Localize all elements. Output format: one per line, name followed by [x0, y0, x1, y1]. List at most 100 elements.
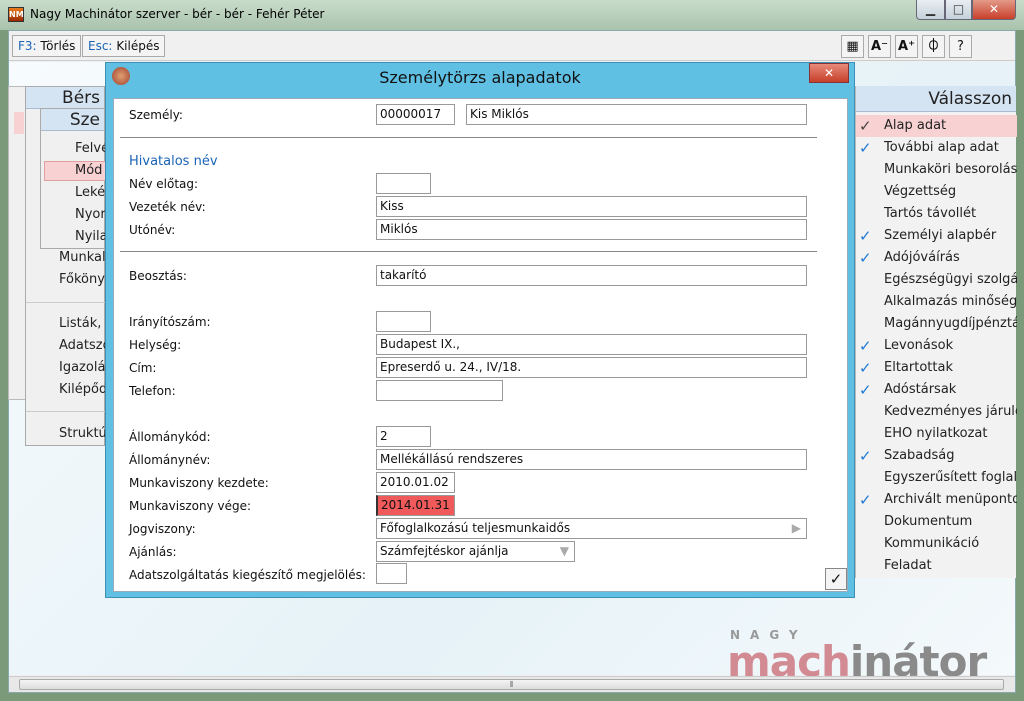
choose-item[interactable]: Magánnyugdíjpénztár [856, 313, 1017, 335]
divider [120, 251, 817, 252]
font-smaller-icon[interactable]: A⁻ [868, 35, 891, 58]
close-button[interactable]: ✕ [972, 0, 1016, 20]
allomanynev-field[interactable]: Mellékállású rendszeres [376, 449, 807, 470]
telefon-field[interactable] [376, 380, 503, 401]
choose-item[interactable]: Munkaköri besorolás [856, 159, 1017, 181]
check-icon: ✓ [859, 139, 872, 157]
choose-item[interactable]: ✓ Szabadság [856, 445, 1017, 467]
ajanlas-select[interactable]: Számfejtéskor ajánlja ▼ [376, 541, 575, 562]
choose-item[interactable]: ✓ Levonások [856, 335, 1017, 357]
vege-field[interactable]: 2014.01.31 [376, 495, 455, 516]
adatszolg-field[interactable] [376, 563, 407, 584]
left-item[interactable]: Adatszo [59, 338, 111, 353]
choose-item[interactable]: Dokumentum [856, 511, 1017, 533]
choose-item[interactable]: ✓ További alap adat [856, 137, 1017, 159]
submenu-item[interactable]: Nyor [75, 207, 106, 222]
choose-item[interactable]: Feladat [856, 555, 1017, 577]
choose-item-label: EHO nyilatkozat [884, 426, 988, 441]
szemely-submenu: Sze Felvé Mód Leké Nyor Nyila [40, 108, 109, 249]
help-icon[interactable]: ? [949, 35, 972, 58]
choose-item[interactable]: ✓ Alap adat [856, 115, 1017, 137]
choose-item[interactable]: ✓ Archivált menüpontok [856, 489, 1017, 511]
szemely-name-field[interactable]: Kis Miklós [466, 104, 807, 125]
choose-item[interactable]: ✓ Eltartottak [856, 357, 1017, 379]
globe-icon[interactable]: ⏀ [922, 35, 945, 58]
vezeteknev-field[interactable]: Kiss [376, 196, 807, 217]
choose-item[interactable]: ✓ Személyi alapbér [856, 225, 1017, 247]
telefon-label: Telefon: [129, 384, 176, 398]
choose-item[interactable]: Kedvezményes járulék [856, 401, 1017, 423]
choose-item[interactable]: Végzettség [856, 181, 1017, 203]
minimize-button[interactable]: ▁ [916, 0, 945, 20]
beosztas-label: Beosztás: [129, 269, 187, 283]
nev-elotag-field[interactable] [376, 173, 431, 194]
window-title: Nagy Machinátor szerver - bér - bér - Fe… [30, 7, 325, 21]
choose-item[interactable]: Alkalmazás minősége [856, 291, 1017, 313]
jogviszony-label: Jogviszony: [129, 522, 196, 536]
maximize-button[interactable]: □ [945, 0, 972, 20]
check-icon: ✓ [859, 447, 872, 465]
jogviszony-select[interactable]: Főfoglalkozású teljesmunkaidős ▶ [376, 518, 807, 539]
utonev-field[interactable]: Miklós [376, 219, 807, 240]
ok-button[interactable]: ✓ [825, 568, 847, 590]
divider [120, 137, 817, 138]
choose-item-label: Feladat [884, 558, 932, 573]
kezdete-field[interactable]: 2010.01.02 [376, 472, 455, 493]
left-item[interactable]: Főköny [59, 272, 105, 287]
choose-item[interactable]: EHO nyilatkozat [856, 423, 1017, 445]
font-larger-icon[interactable]: A⁺ [895, 35, 918, 58]
submenu-item[interactable]: Leké [75, 185, 105, 200]
beosztas-field[interactable]: takarító [376, 265, 807, 286]
scrollbar-thumb[interactable]: ⦀ [19, 679, 1004, 690]
delete-key: F3: [18, 39, 37, 53]
choose-item[interactable]: Tartós távollét [856, 203, 1017, 225]
dialog-close-button[interactable]: ✕ [809, 63, 849, 83]
choose-item[interactable]: ✓ Adóstársak [856, 379, 1017, 401]
choose-item-label: Adójóváírás [884, 250, 960, 265]
choose-item-label: Kommunikáció [884, 536, 980, 551]
nagy-machinator-logo: NAGY machinátor [727, 628, 987, 683]
left-item[interactable]: Listák, l [59, 316, 109, 331]
submenu-item[interactable]: Nyila [75, 229, 108, 244]
choose-item[interactable]: Kommunikáció [856, 533, 1017, 555]
choose-item-label: Kedvezményes járulék [884, 404, 1017, 419]
choose-item[interactable]: Egészségügyi szolgálta [856, 269, 1017, 291]
toolbar: F3: Törlés Esc: Kilépés ▦ A⁻ A⁺ ⏀ ? [9, 31, 1015, 61]
utonev-label: Utónév: [129, 223, 176, 237]
check-icon: ✓ [859, 117, 872, 135]
exit-label: Kilépés [116, 39, 160, 53]
kezdete-label: Munkaviszony kezdete: [129, 476, 269, 490]
choose-item-label: Dokumentum [884, 514, 973, 529]
left-item[interactable]: Munkal [59, 250, 106, 265]
iranyitoszam-field[interactable] [376, 311, 431, 332]
left-item[interactable]: Kilépőd [59, 382, 107, 397]
delete-button[interactable]: F3: Törlés [12, 35, 82, 57]
choose-item-label: Végzettség [884, 184, 957, 199]
allomanykod-field[interactable]: 2 [376, 426, 431, 447]
chevron-down-icon: ▼ [559, 544, 569, 558]
choose-item[interactable]: Egyszerűsített foglalko [856, 467, 1017, 489]
helyseg-label: Helység: [129, 338, 182, 352]
cim-field[interactable]: Epreserdő u. 24., IV/18. [376, 357, 807, 378]
choose-item[interactable]: ✓ Adójóváírás [856, 247, 1017, 269]
choose-item-label: Alap adat [884, 118, 947, 133]
check-icon: ✓ [859, 381, 872, 399]
delete-label: Törlés [40, 39, 76, 53]
choose-item-label: Levonások [884, 338, 954, 353]
left-item[interactable]: Struktú [59, 426, 107, 441]
allomanynev-label: Állománynév: [129, 453, 211, 467]
vezeteknev-label: Vezeték név: [129, 200, 206, 214]
exit-button[interactable]: Esc: Kilépés [82, 35, 166, 57]
check-icon: ✓ [859, 359, 872, 377]
check-icon: ✓ [859, 491, 872, 509]
divider [26, 411, 105, 412]
horizontal-scrollbar[interactable]: ⦀ [9, 676, 1015, 692]
submenu-item[interactable]: Felvé [75, 141, 109, 156]
divider [26, 302, 105, 303]
submenu-item[interactable]: Mód [75, 163, 102, 178]
szemely-id-field[interactable]: 00000017 [376, 104, 455, 125]
layout-icon[interactable]: ▦ [841, 35, 864, 58]
check-icon: ✓ [859, 249, 872, 267]
helyseg-field[interactable]: Budapest IX., [376, 334, 807, 355]
choose-item-label: Személyi alapbér [884, 228, 997, 243]
